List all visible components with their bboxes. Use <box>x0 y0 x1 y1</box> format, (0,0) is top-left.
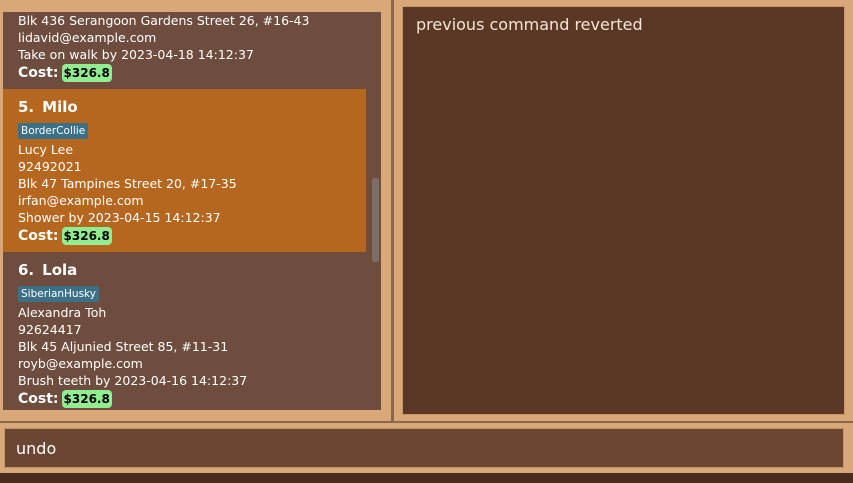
pet-task: Brush teeth by 2023-04-16 14:12:37 <box>18 373 248 388</box>
result-message: previous command reverted <box>416 15 643 34</box>
cost-label: Cost: <box>18 391 59 407</box>
pet-list-view[interactable]: 91031282 Blk 436 Serangoon Gardens Stree… <box>3 12 381 410</box>
pet-address: Blk 436 Serangoon Gardens Street 26, #16… <box>18 13 310 28</box>
pet-breed-tag: BorderCollie <box>18 123 89 139</box>
result-display-panel: previous command reverted <box>396 0 853 421</box>
pet-title: 6. Lola <box>18 252 366 280</box>
pet-title: 5. Milo <box>18 89 366 117</box>
cost-badge: $326.8 <box>61 390 112 408</box>
cost-badge: $326.8 <box>61 64 112 82</box>
panel-divider[interactable] <box>391 0 394 421</box>
cost-label: Cost: <box>18 65 59 81</box>
pet-card[interactable]: 6. Lola SiberianHusky Alexandra Toh 92624… <box>3 252 366 410</box>
pet-phone: 92492021 <box>18 159 82 174</box>
result-display[interactable]: previous command reverted <box>402 6 845 415</box>
pet-card-selected[interactable]: 5. Milo BorderCollie Lucy Lee 92492021 Bl… <box>3 89 366 252</box>
command-box-panel <box>0 423 853 473</box>
pet-cost-row: Cost: $326.8 <box>18 389 366 410</box>
status-bar <box>0 473 853 483</box>
pet-owner: Lucy Lee <box>18 142 74 157</box>
pet-email: lidavid@example.com <box>18 30 157 45</box>
command-input[interactable] <box>4 428 844 468</box>
cost-badge: $326.8 <box>61 227 112 245</box>
pet-list-content: 91031282 Blk 436 Serangoon Gardens Stree… <box>3 12 366 410</box>
pet-email: irfan@example.com <box>18 193 144 208</box>
pet-cost-row: Cost: $326.8 <box>18 63 366 85</box>
pet-index: 5. <box>18 98 35 116</box>
pet-index: 6. <box>18 261 35 279</box>
pet-name: Lola <box>42 261 78 279</box>
pet-name: Milo <box>42 98 78 116</box>
pet-task: Take on walk by 2023-04-18 14:12:37 <box>18 47 254 62</box>
pet-email: royb@example.com <box>18 356 143 371</box>
pet-cost-row: Cost: $326.8 <box>18 226 366 248</box>
pet-phone: 92624417 <box>18 322 82 337</box>
pet-address: Blk 47 Tampines Street 20, #17-35 <box>18 176 237 191</box>
pet-card[interactable]: 91031282 Blk 436 Serangoon Gardens Stree… <box>3 12 366 89</box>
pet-task: Shower by 2023-04-15 14:12:37 <box>18 210 221 225</box>
cost-label: Cost: <box>18 228 59 244</box>
pet-list-panel: 91031282 Blk 436 Serangoon Gardens Stree… <box>0 0 391 421</box>
pet-list-scrollbar[interactable] <box>369 12 381 410</box>
scrollbar-thumb[interactable] <box>372 178 379 262</box>
pet-owner: Alexandra Toh <box>18 305 107 320</box>
pet-breed-tag: SiberianHusky <box>18 286 99 302</box>
pet-address: Blk 45 Aljunied Street 85, #11-31 <box>18 339 229 354</box>
